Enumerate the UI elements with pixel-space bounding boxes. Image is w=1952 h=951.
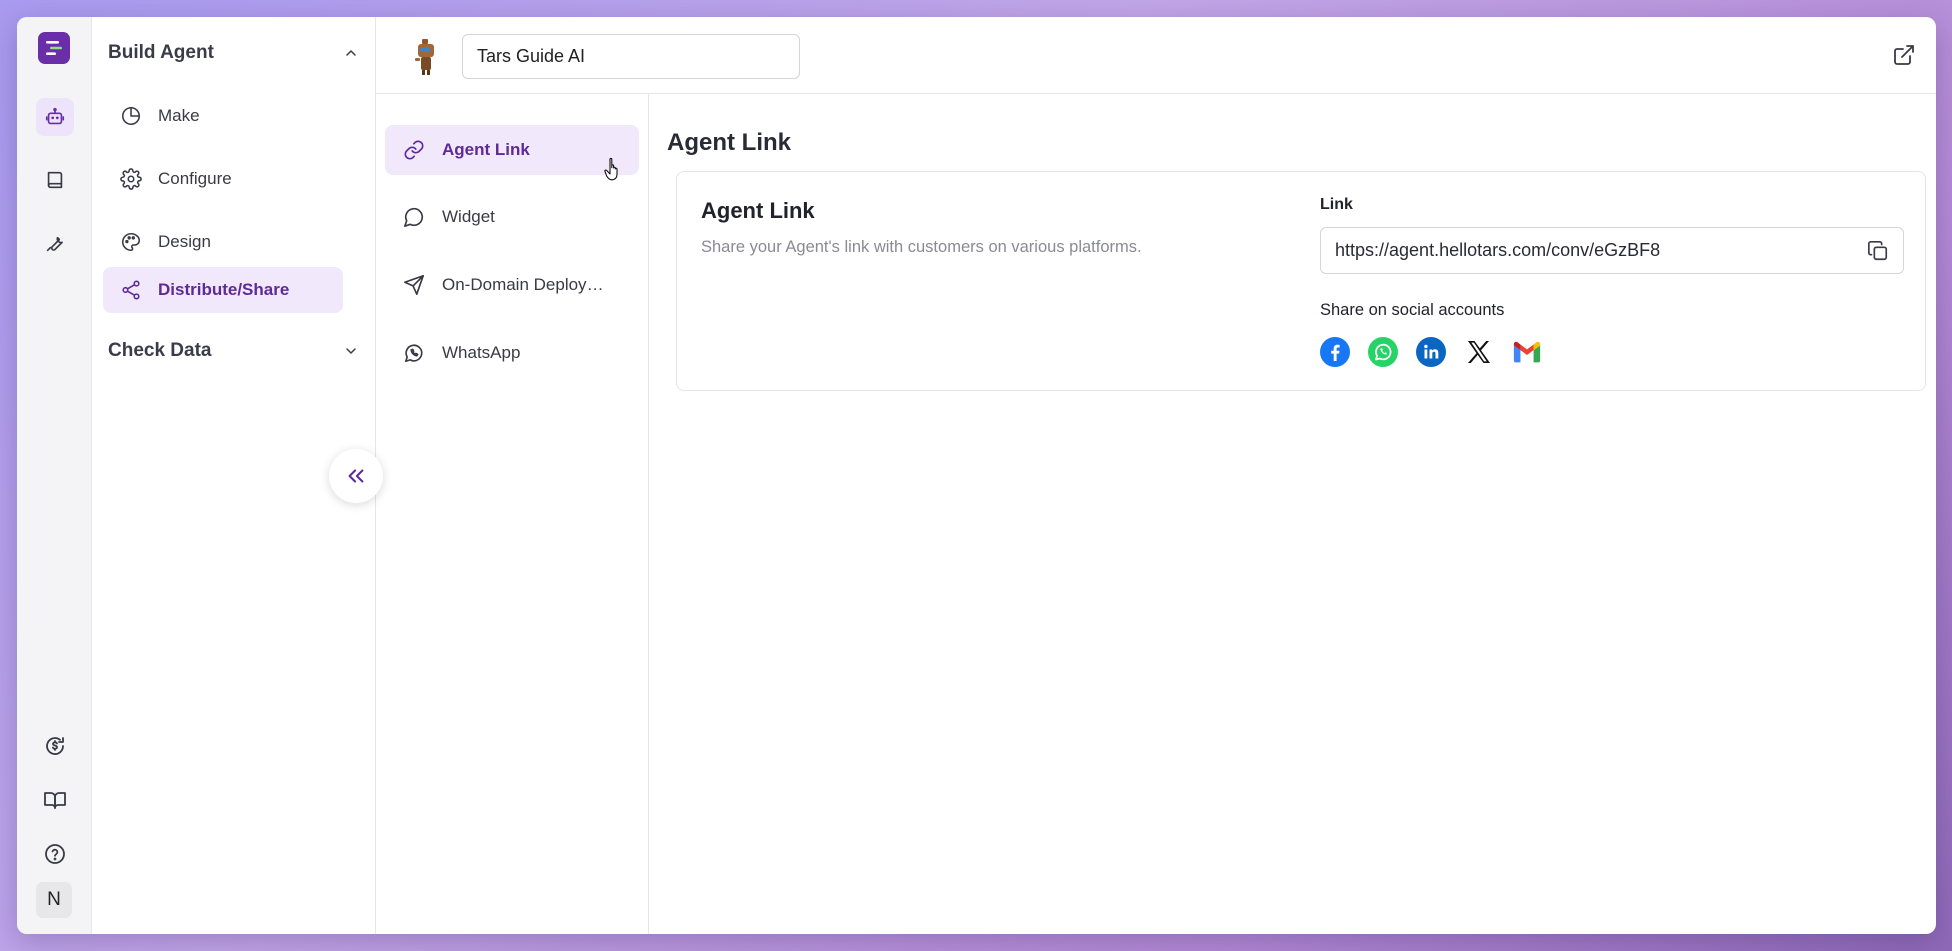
rail-billing-button[interactable] bbox=[36, 727, 74, 765]
linkedin-icon bbox=[1416, 337, 1446, 367]
app-window: N Build Agent Make Configure Design Dist… bbox=[17, 17, 1936, 934]
chevron-up-icon bbox=[346, 50, 356, 56]
help-icon bbox=[45, 844, 65, 864]
x-icon bbox=[1468, 341, 1490, 363]
send-icon bbox=[404, 275, 424, 295]
link-icon bbox=[404, 140, 424, 160]
main-content: Agent Link Agent Link Share your Agent's… bbox=[649, 94, 1936, 934]
chevron-down-icon bbox=[346, 348, 356, 354]
card-title: Agent Link bbox=[701, 198, 815, 223]
check-data-section-toggle[interactable]: Check Data bbox=[108, 336, 359, 366]
app-logo[interactable] bbox=[38, 32, 70, 64]
tab-agent-link[interactable]: Agent Link bbox=[385, 125, 639, 175]
facebook-icon bbox=[1320, 337, 1350, 367]
collapse-sidebar-button[interactable] bbox=[329, 449, 383, 503]
tab-label: On-Domain Deployment bbox=[442, 275, 612, 294]
card-description: Share your Agent's link with customers o… bbox=[701, 238, 1142, 256]
share-x-button[interactable] bbox=[1464, 337, 1494, 367]
sidebar-item-distribute-share[interactable]: Distribute/Share bbox=[103, 267, 343, 313]
open-book-icon bbox=[44, 792, 66, 809]
build-agent-title: Build Agent bbox=[108, 42, 214, 63]
build-agent-section-toggle[interactable]: Build Agent bbox=[108, 38, 359, 68]
chevrons-left-icon bbox=[348, 469, 364, 483]
sidebar-item-make[interactable]: Make bbox=[103, 93, 343, 139]
agent-avatar-icon bbox=[415, 39, 434, 75]
share-whatsapp-button[interactable] bbox=[1368, 337, 1398, 367]
share-gmail-button[interactable] bbox=[1512, 337, 1542, 367]
rail-agent-button[interactable] bbox=[36, 98, 74, 136]
sidebar-item-label: Design bbox=[158, 232, 211, 251]
agent-link-value[interactable]: https://agent.hellotars.com/conv/eGzBF8 bbox=[1335, 240, 1660, 261]
robot-icon bbox=[45, 107, 65, 125]
gear-icon bbox=[120, 168, 142, 190]
distribute-subnav: Agent Link Widget On-Domain Deployment W… bbox=[376, 94, 649, 934]
tab-on-domain-deployment[interactable]: On-Domain Deployment bbox=[385, 260, 639, 310]
rail-knowledge-button[interactable] bbox=[36, 161, 74, 199]
check-data-title: Check Data bbox=[108, 340, 212, 361]
agent-name-input[interactable] bbox=[462, 34, 800, 79]
share-facebook-button[interactable] bbox=[1320, 337, 1350, 367]
open-external-icon[interactable] bbox=[1892, 43, 1916, 67]
whatsapp-outline-icon bbox=[404, 344, 423, 363]
book-icon bbox=[47, 171, 63, 189]
share-linkedin-button[interactable] bbox=[1416, 337, 1446, 367]
tab-label: WhatsApp bbox=[442, 343, 521, 362]
hand-cursor-icon bbox=[604, 157, 618, 181]
tab-label: Widget bbox=[442, 207, 495, 226]
pie-chart-icon bbox=[122, 106, 141, 125]
sidebar-item-configure[interactable]: Configure bbox=[103, 156, 343, 202]
link-label: Link bbox=[1320, 196, 1353, 213]
copy-link-button[interactable] bbox=[1865, 238, 1891, 264]
wrench-icon bbox=[46, 236, 63, 252]
copy-icon bbox=[1868, 240, 1888, 260]
tab-widget[interactable]: Widget bbox=[385, 192, 639, 242]
logo-icon bbox=[46, 41, 62, 55]
billing-cycle-icon bbox=[46, 737, 64, 755]
rail-help-button[interactable] bbox=[36, 835, 74, 873]
whatsapp-icon bbox=[1368, 337, 1398, 367]
palette-icon bbox=[122, 232, 141, 252]
sidebar-item-design[interactable]: Design bbox=[103, 219, 343, 265]
rail-tools-button[interactable] bbox=[36, 224, 74, 262]
gmail-icon bbox=[1513, 341, 1541, 363]
share-icon bbox=[122, 280, 140, 300]
icon-rail: N bbox=[17, 17, 92, 934]
sidebar-item-label: Distribute/Share bbox=[158, 280, 290, 299]
chat-bubble-icon bbox=[404, 207, 424, 227]
tab-whatsapp[interactable]: WhatsApp bbox=[385, 328, 639, 378]
sidebar-item-label: Make bbox=[158, 106, 200, 125]
tab-label: Agent Link bbox=[442, 140, 530, 159]
share-label: Share on social accounts bbox=[1320, 301, 1505, 319]
rail-docs-button[interactable] bbox=[36, 781, 74, 819]
social-share-buttons bbox=[1320, 337, 1542, 367]
agent-link-field[interactable]: https://agent.hellotars.com/conv/eGzBF8 bbox=[1320, 227, 1904, 274]
sidebar-item-label: Configure bbox=[158, 169, 232, 188]
page-title: Agent Link bbox=[667, 129, 791, 156]
top-header bbox=[376, 17, 1936, 94]
user-avatar[interactable]: N bbox=[36, 882, 72, 918]
agent-link-card: Agent Link Share your Agent's link with … bbox=[676, 171, 1926, 391]
